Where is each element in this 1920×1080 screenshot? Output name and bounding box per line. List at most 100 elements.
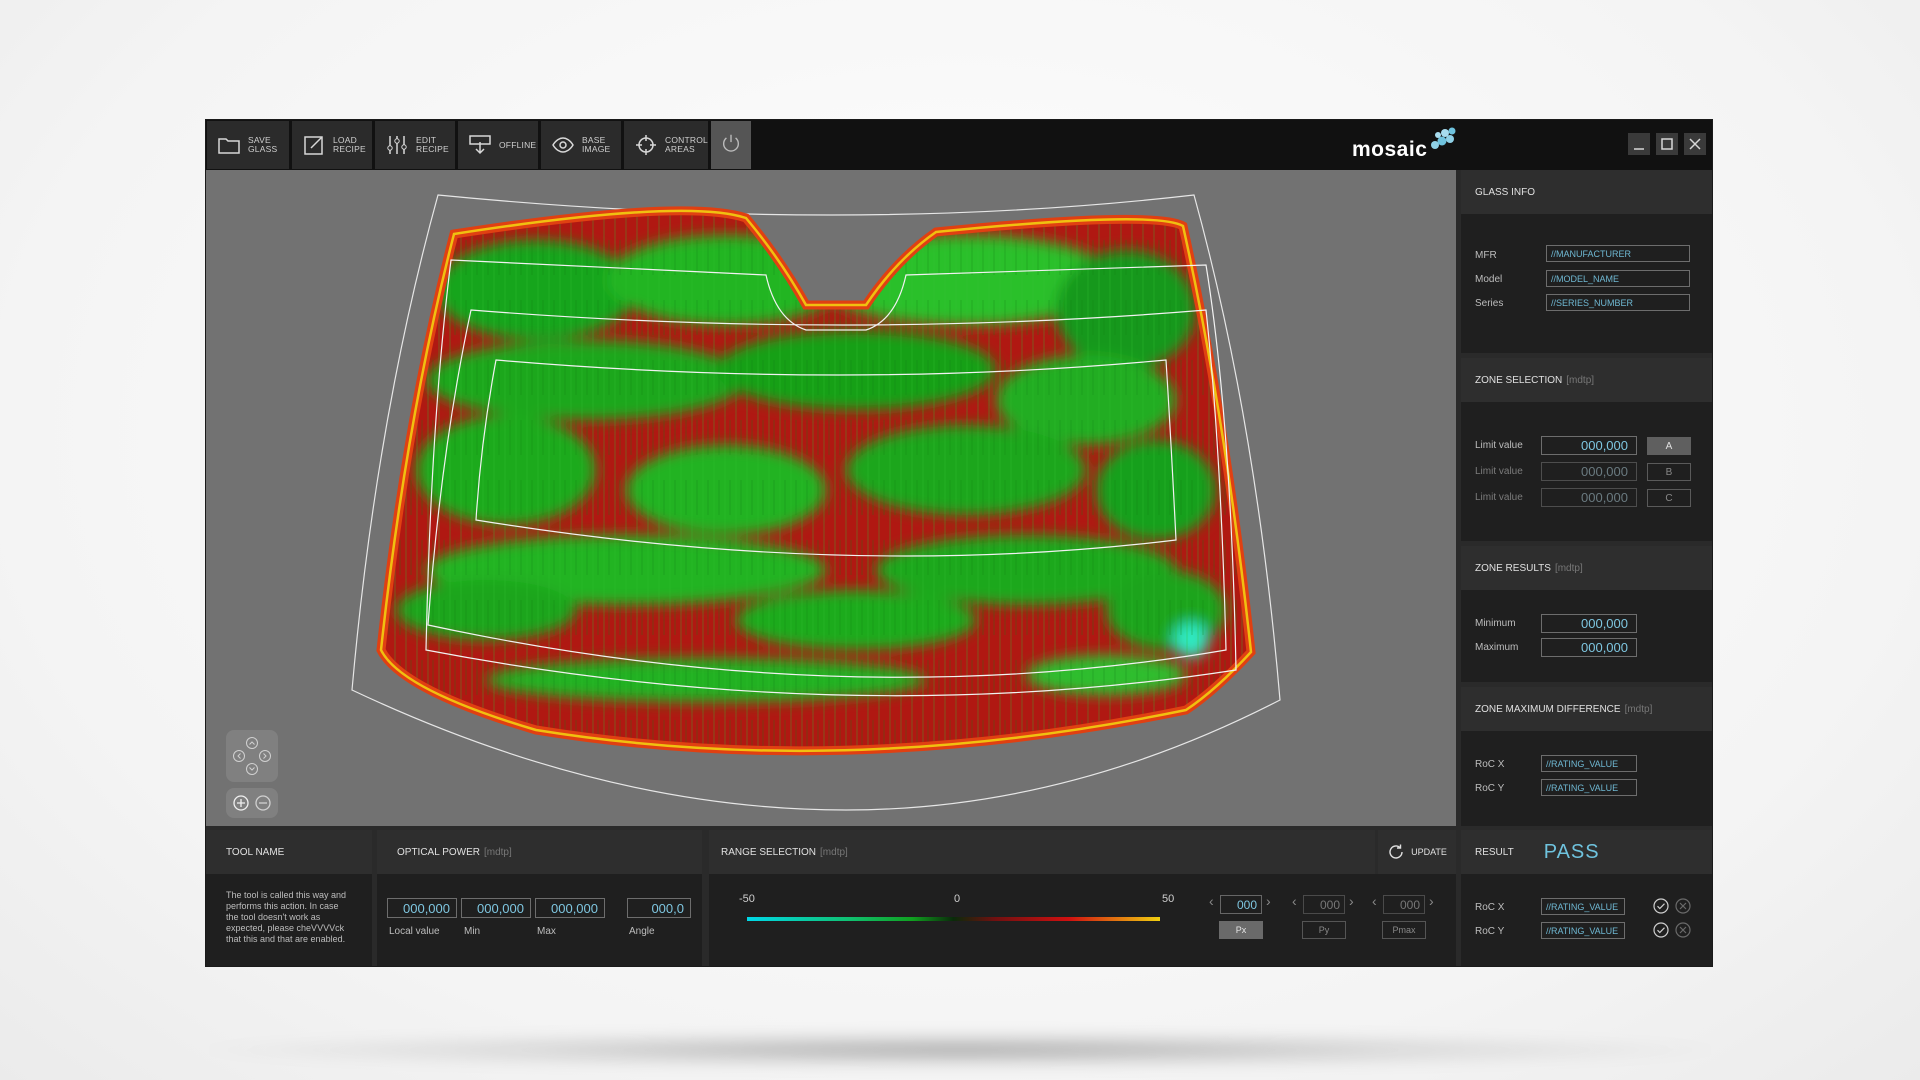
limit-value-c-input[interactable]: 000,000: [1541, 488, 1637, 507]
glass-heatmap-viewport[interactable]: [206, 170, 1456, 826]
maximize-icon: [1661, 138, 1673, 150]
color-scale-bar: [747, 917, 1160, 921]
pmax-decrease-icon[interactable]: ‹: [1372, 893, 1377, 909]
result-roc-y-field: //RATING_VALUE: [1541, 922, 1625, 939]
limit-value-b-input[interactable]: 000,000: [1541, 462, 1637, 481]
model-field[interactable]: //MODEL_NAME: [1546, 270, 1690, 287]
refresh-icon: [1389, 844, 1403, 859]
pmax-button[interactable]: Pmax: [1382, 921, 1426, 939]
tool-name-title: TOOL NAME: [206, 830, 372, 874]
zone-max-difference-panel: ZONE MAXIMUM DIFFERENCE [mdtp] RoC X //RA…: [1461, 687, 1712, 826]
floor-shadow: [200, 1030, 1720, 1070]
result-roc-y-label: RoC Y: [1475, 926, 1505, 937]
update-button[interactable]: UPDATE: [1378, 830, 1456, 874]
range-selection-panel: RANGE SELECTION [mdtp] -50 0 50 ‹ 000 › P…: [709, 830, 1375, 966]
pmax-field[interactable]: 000: [1383, 895, 1425, 914]
pmax-increase-icon[interactable]: ›: [1429, 893, 1434, 909]
load-recipe-button[interactable]: LOAD RECIPE: [292, 121, 372, 169]
zone-a-button[interactable]: A: [1647, 437, 1691, 455]
optical-power-panel: OPTICAL POWER [mdtp] 000,000 000,000 000,…: [377, 830, 702, 966]
optical-power-title: OPTICAL POWER [mdtp]: [377, 830, 702, 874]
py-field[interactable]: 000: [1303, 895, 1345, 914]
range-selection-title: RANGE SELECTION [mdtp]: [709, 830, 1375, 874]
minimum-value: 000,000: [1541, 614, 1637, 633]
zone-b-button[interactable]: B: [1647, 463, 1691, 481]
roc-y-reject-icon[interactable]: [1675, 922, 1691, 938]
roc-y-label: RoC Y: [1475, 783, 1505, 794]
mfr-label: MFR: [1475, 250, 1497, 261]
roc-y-field: //RATING_VALUE: [1541, 779, 1637, 796]
offline-icon: [468, 133, 492, 157]
eye-icon: [551, 133, 575, 157]
power-button[interactable]: [711, 121, 751, 169]
px-field[interactable]: 000: [1220, 895, 1262, 914]
glass-info-panel: GLASS INFO MFR //MANUFACTURER Model //MO…: [1461, 170, 1712, 353]
local-value-field: 000,000: [387, 898, 457, 918]
py-decrease-icon[interactable]: ‹: [1292, 893, 1297, 909]
maximum-value: 000,000: [1541, 638, 1637, 657]
result-roc-x-label: RoC X: [1475, 902, 1505, 913]
roc-y-check-icon[interactable]: [1653, 922, 1669, 938]
min-caption: Min: [464, 926, 481, 937]
mosaic-logo: mosaic: [1352, 126, 1460, 166]
max-field: 000,000: [535, 898, 605, 918]
zone-results-title: ZONE RESULTS [mdtp]: [1461, 546, 1712, 590]
series-field[interactable]: //SERIES_NUMBER: [1546, 294, 1690, 311]
scale-min-label: -50: [739, 893, 755, 905]
zoom-in-icon[interactable]: [233, 795, 249, 811]
save-glass-button[interactable]: SAVE GLASS: [207, 121, 289, 169]
offline-button[interactable]: OFFLINE: [458, 121, 538, 169]
maximize-button[interactable]: [1656, 133, 1678, 155]
zone-max-difference-title: ZONE MAXIMUM DIFFERENCE [mdtp]: [1461, 687, 1712, 731]
pan-right-icon: [259, 750, 271, 762]
py-increase-icon[interactable]: ›: [1349, 893, 1354, 909]
edit-recipe-button[interactable]: EDIT RECIPE: [375, 121, 455, 169]
pmax-panel: ‹ 000 › Pmax: [1372, 874, 1456, 966]
mfr-field[interactable]: //MANUFACTURER: [1546, 245, 1690, 262]
roc-x-check-icon[interactable]: [1653, 898, 1669, 914]
limit-value-b-label: Limit value: [1475, 466, 1523, 477]
tool-name-panel: TOOL NAME The tool is called this way an…: [206, 830, 372, 966]
limit-value-a-label: Limit value: [1475, 440, 1523, 451]
zoom-control: [226, 788, 278, 818]
local-value-caption: Local value: [389, 926, 440, 937]
result-roc-x-field: //RATING_VALUE: [1541, 898, 1625, 915]
crosshair-icon: [634, 133, 658, 157]
power-icon: [720, 132, 742, 159]
result-panel: RESULT PASS RoC X //RATING_VALUE RoC Y /…: [1461, 830, 1712, 966]
minimum-label: Minimum: [1475, 618, 1516, 629]
close-button[interactable]: [1684, 133, 1706, 155]
edit-square-icon: [302, 133, 326, 157]
base-image-button[interactable]: BASE IMAGE: [541, 121, 621, 169]
minimize-button[interactable]: [1628, 133, 1650, 155]
roc-x-reject-icon[interactable]: [1675, 898, 1691, 914]
px-decrease-icon[interactable]: ‹: [1209, 893, 1214, 909]
angle-caption: Angle: [629, 926, 655, 937]
limit-value-a-input[interactable]: 000,000: [1541, 436, 1637, 455]
glass-info-title: GLASS INFO: [1461, 170, 1712, 214]
px-increase-icon[interactable]: ›: [1266, 893, 1271, 909]
py-button[interactable]: Py: [1302, 921, 1346, 939]
model-label: Model: [1475, 274, 1503, 285]
windshield-heatmap: [351, 194, 1281, 811]
sliders-icon: [385, 133, 409, 157]
toolbar: SAVE GLASS LOAD RECIPE EDIT RECIPE OFFLI…: [206, 120, 1712, 170]
zoom-out-icon[interactable]: [255, 795, 271, 811]
pan-down-icon: [246, 763, 258, 775]
pan-up-icon: [246, 737, 258, 749]
scale-max-label: 50: [1162, 893, 1175, 905]
folder-icon: [217, 133, 241, 157]
pan-control[interactable]: [226, 730, 278, 782]
angle-field: 000,0: [627, 898, 691, 918]
scale-mid-label: 0: [954, 893, 961, 905]
result-header: RESULT PASS: [1461, 830, 1712, 874]
tool-description: The tool is called this way and performs…: [226, 890, 347, 944]
series-label: Series: [1475, 298, 1504, 309]
max-caption: Max: [537, 926, 556, 937]
control-areas-button[interactable]: CONTROL AREAS: [624, 121, 708, 169]
zone-selection-panel: ZONE SELECTION [mdtp] Limit value 000,000…: [1461, 358, 1712, 541]
zone-c-button[interactable]: C: [1647, 489, 1691, 507]
zone-results-panel: ZONE RESULTS [mdtp] Minimum 000,000 Maxim…: [1461, 546, 1712, 682]
px-button[interactable]: Px: [1219, 921, 1263, 939]
min-field: 000,000: [461, 898, 531, 918]
